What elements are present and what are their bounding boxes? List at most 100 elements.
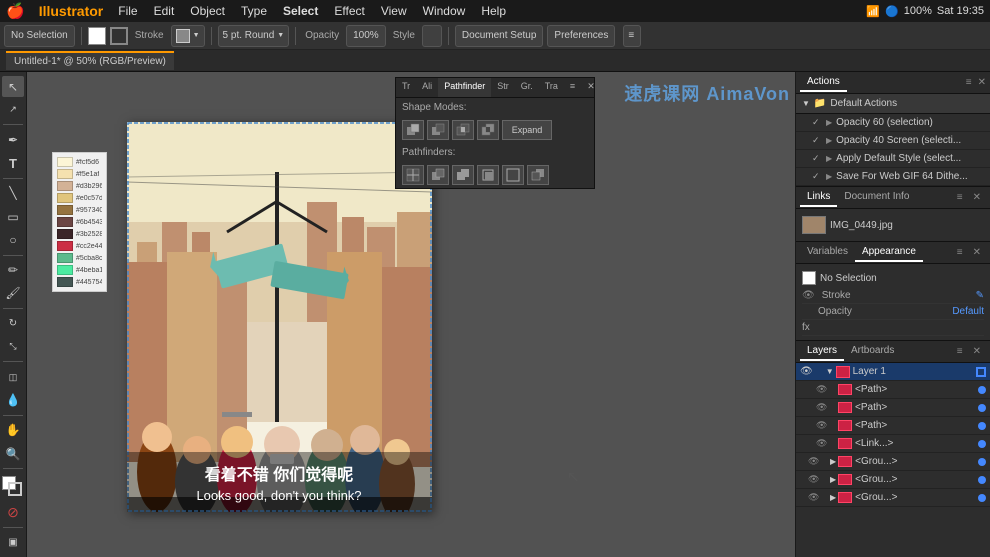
line-tool[interactable]: ╲ <box>2 183 24 204</box>
layers-close-icon[interactable]: ✕ <box>968 343 986 360</box>
artboards-tab[interactable]: Artboards <box>844 342 901 361</box>
minus-front-button[interactable] <box>427 120 449 140</box>
menu-help[interactable]: Help <box>474 2 513 20</box>
layer-item-group-3[interactable]: 👁 ▶ <Grou...> <box>796 489 990 507</box>
gradient-tool[interactable]: ◫ <box>2 366 24 387</box>
layer-eye-2[interactable]: 👁 <box>816 402 828 413</box>
appearance-opacity-value[interactable]: Default <box>952 306 984 317</box>
pathfinder-tab[interactable]: Pathfinder <box>438 78 491 97</box>
layer-item-group-2[interactable]: 👁 ▶ <Grou...> <box>796 471 990 489</box>
fill-color-box[interactable] <box>88 27 106 45</box>
color-swatch-2[interactable] <box>57 169 73 179</box>
action-item-2[interactable]: ✓ ▶ Opacity 40 Screen (selecti... <box>796 132 990 150</box>
layer-item-link[interactable]: 👁 <Link...> <box>796 435 990 453</box>
preferences-button[interactable]: Preferences <box>547 25 615 47</box>
direct-select-tool[interactable]: ↗ <box>2 99 24 120</box>
pencil-tool[interactable]: ✏ <box>2 260 24 281</box>
appearance-stroke-edit-icon[interactable]: ✎ <box>976 290 984 301</box>
action-item-3[interactable]: ✓ ▶ Apply Default Style (select... <box>796 150 990 168</box>
opacity-value[interactable]: 100% <box>346 25 386 47</box>
menu-file[interactable]: File <box>111 2 144 20</box>
color-swatch-3[interactable] <box>57 181 73 191</box>
pen-tool[interactable]: ✒ <box>2 129 24 150</box>
color-swatch-8[interactable] <box>57 241 73 251</box>
pf-options[interactable]: ≡ <box>564 78 581 97</box>
stroke-color-box[interactable] <box>110 27 128 45</box>
appearance-close-icon[interactable]: ✕ <box>968 244 986 261</box>
pt-round-dropdown[interactable]: 5 pt. Round ▼ <box>218 25 290 47</box>
color-swatch-11[interactable] <box>57 277 73 287</box>
layer-eye-6[interactable]: 👁 <box>808 474 820 485</box>
color-swatch-4[interactable] <box>57 193 73 203</box>
appearance-fill-box[interactable] <box>802 271 816 285</box>
action-item-4[interactable]: ✓ ▶ Save For Web GIF 64 Dithe... <box>796 168 990 186</box>
link-item-1[interactable]: IMG_0449.jpg <box>800 213 986 237</box>
screen-mode[interactable]: ▣ <box>2 532 24 553</box>
transform-tab[interactable]: Tr <box>396 78 416 97</box>
variables-tab[interactable]: Variables <box>800 243 855 262</box>
apple-menu[interactable]: 🍎 <box>6 2 25 20</box>
pf-close[interactable]: ✕ <box>581 78 601 97</box>
ellipse-tool[interactable]: ○ <box>2 229 24 250</box>
layer-eye-1[interactable]: 👁 <box>816 384 828 395</box>
unite-button[interactable] <box>402 120 424 140</box>
zoom-tool[interactable]: 🔍 <box>2 443 24 464</box>
links-options-icon[interactable]: ≡ <box>952 189 968 206</box>
intersect-button[interactable] <box>452 120 474 140</box>
gradient-tab[interactable]: Gr. <box>515 78 539 97</box>
menu-edit[interactable]: Edit <box>147 2 182 20</box>
actions-options-icon[interactable]: ≡ <box>966 77 972 88</box>
rotate-tool[interactable]: ↻ <box>2 313 24 334</box>
divide-button[interactable] <box>402 165 424 185</box>
actions-close-icon[interactable]: ✕ <box>978 77 986 88</box>
layer-eye-7[interactable]: 👁 <box>808 492 820 503</box>
actions-tab[interactable]: Actions <box>800 73 847 92</box>
crop-button[interactable] <box>477 165 499 185</box>
layer-item-path-3[interactable]: 👁 <Path> <box>796 417 990 435</box>
color-swatch-9[interactable] <box>57 253 73 263</box>
type-tool[interactable]: T <box>2 153 24 174</box>
action-item-1[interactable]: ✓ ▶ Opacity 60 (selection) <box>796 114 990 132</box>
doc-setup-button[interactable]: Document Setup <box>455 25 544 47</box>
menu-window[interactable]: Window <box>416 2 473 20</box>
none-icon[interactable]: ⊘ <box>2 502 24 523</box>
layer-item-path-1[interactable]: 👁 <Path> <box>796 381 990 399</box>
transparency-tab[interactable]: Tra <box>539 78 564 97</box>
layers-options-icon[interactable]: ≡ <box>952 343 968 360</box>
layer-1-header[interactable]: 👁 ▼ Layer 1 <box>796 363 990 381</box>
layer-item-group-1[interactable]: 👁 ▶ <Grou...> <box>796 453 990 471</box>
menu-effect[interactable]: Effect <box>327 2 371 20</box>
color-swatch-5[interactable] <box>57 205 73 215</box>
style-box[interactable] <box>422 25 442 47</box>
appearance-eye-icon[interactable]: 👁 <box>802 290 815 301</box>
layer-item-path-2[interactable]: 👁 <Path> <box>796 399 990 417</box>
layer-eye-3[interactable]: 👁 <box>816 420 828 431</box>
rect-tool[interactable]: ▭ <box>2 206 24 227</box>
menu-object[interactable]: Object <box>183 2 232 20</box>
trim-button[interactable] <box>427 165 449 185</box>
menu-select[interactable]: Select <box>276 2 325 20</box>
menu-type[interactable]: Type <box>234 2 274 20</box>
menu-view[interactable]: View <box>374 2 414 20</box>
doc-info-tab[interactable]: Document Info <box>837 188 916 207</box>
exclude-button[interactable] <box>477 120 499 140</box>
stroke-tab[interactable]: Str <box>491 78 515 97</box>
layer-eye-4[interactable]: 👁 <box>816 438 828 449</box>
document-tab[interactable]: Untitled-1* @ 50% (RGB/Preview) <box>6 51 174 70</box>
color-swatch-7[interactable] <box>57 229 73 239</box>
outline-button[interactable] <box>502 165 524 185</box>
color-swatch-10[interactable] <box>57 265 73 275</box>
appearance-options-icon[interactable]: ≡ <box>952 244 968 261</box>
minus-back-button[interactable] <box>527 165 549 185</box>
stroke-swatch[interactable] <box>8 482 22 496</box>
color-swatch-1[interactable] <box>57 157 73 167</box>
brush-tool[interactable]: 🖌 <box>2 283 24 304</box>
scale-tool[interactable]: ⤡ <box>2 336 24 357</box>
color-swatch-6[interactable] <box>57 217 73 227</box>
hand-tool[interactable]: ✋ <box>2 420 24 441</box>
align-tab[interactable]: Ali <box>416 78 438 97</box>
merge-button[interactable] <box>452 165 474 185</box>
expand-shape-button[interactable]: Expand <box>502 120 552 140</box>
layer-eye-5[interactable]: 👁 <box>808 456 820 467</box>
select-tool[interactable]: ↖ <box>2 76 24 97</box>
